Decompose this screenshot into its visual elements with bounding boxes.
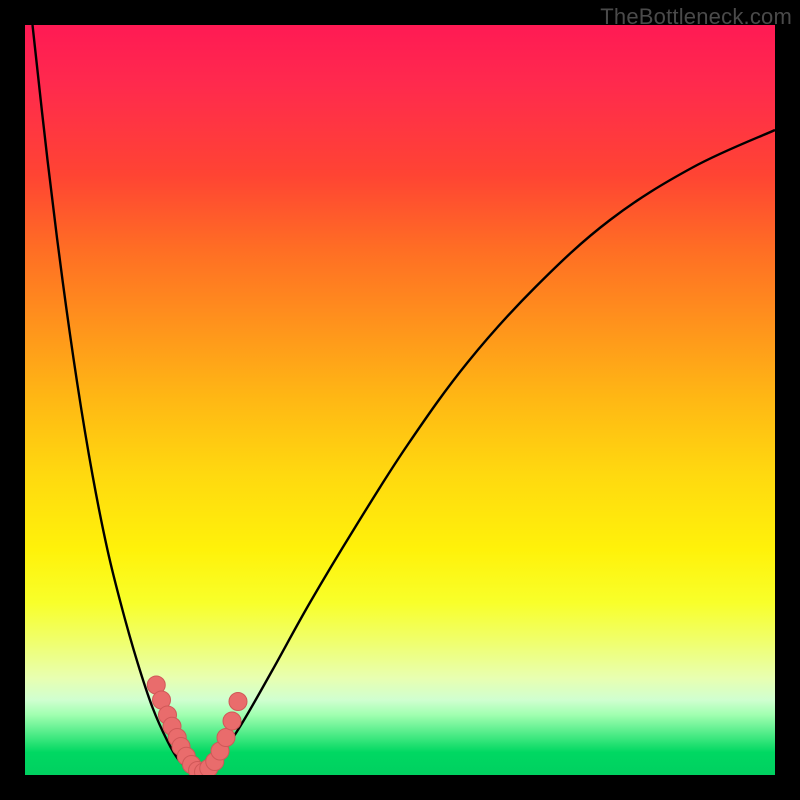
curve-left-branch <box>33 25 198 774</box>
marker-group <box>147 676 247 775</box>
watermark-text: TheBottleneck.com <box>600 4 792 30</box>
marker-point <box>223 712 241 730</box>
marker-point <box>229 693 247 711</box>
plot-area <box>25 25 775 775</box>
marker-point <box>217 729 235 747</box>
curve-right-branch <box>198 130 776 774</box>
outer-frame: TheBottleneck.com <box>0 0 800 800</box>
chart-overlay <box>25 25 775 775</box>
curve-group <box>33 25 776 774</box>
